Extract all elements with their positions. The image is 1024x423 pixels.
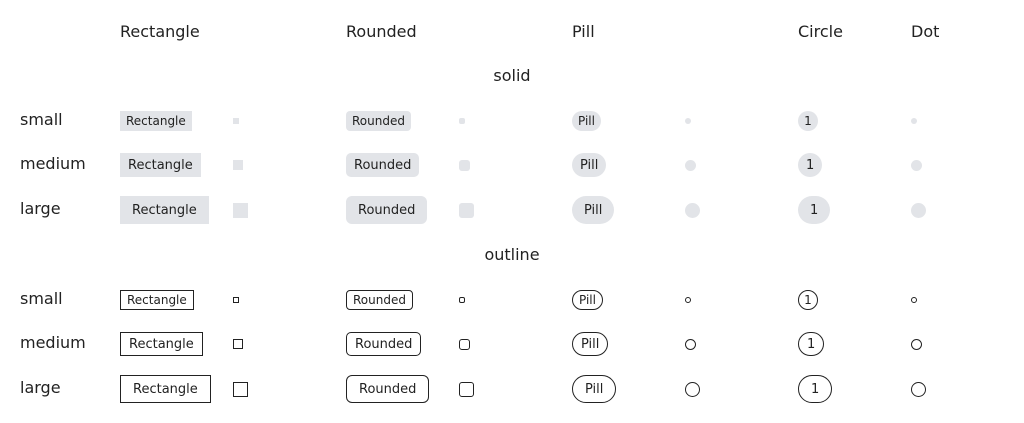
solid-dot-dot-small xyxy=(911,118,917,124)
solid-pill-badge-small: Pill xyxy=(572,111,601,131)
row-label-outline-medium: medium xyxy=(20,333,86,352)
outline-rectangle-badge-large: Rectangle xyxy=(120,375,211,403)
outline-rectangle-dot-large xyxy=(233,381,248,397)
outline-circle-badge-small: 1 xyxy=(798,290,818,310)
solid-pill-dot-medium xyxy=(685,159,696,171)
solid-rounded-dot-small xyxy=(459,118,465,124)
solid-rounded-badge-large: Rounded xyxy=(346,196,428,224)
row-label-solid-large: large xyxy=(20,199,61,218)
outline-pill-badge-large: Pill xyxy=(572,375,617,403)
row-label-solid-small: small xyxy=(20,110,63,129)
solid-rounded-dot-large xyxy=(459,202,474,218)
column-header-circle: Circle xyxy=(798,22,843,41)
solid-rounded-dot-medium xyxy=(459,159,470,171)
outline-rectangle-badge-medium: Rectangle xyxy=(120,332,203,356)
outline-pill-dot-small xyxy=(685,297,691,303)
outline-rounded-badge-medium: Rounded xyxy=(346,332,422,356)
solid-rectangle-dot-medium xyxy=(233,160,243,170)
solid-pill-badge-medium: Pill xyxy=(572,153,607,177)
solid-dot-dot-large xyxy=(911,202,926,218)
solid-dot-dot-medium xyxy=(911,159,922,171)
outline-rounded-dot-large xyxy=(459,381,474,397)
solid-rectangle-badge-large: Rectangle xyxy=(120,196,209,224)
row-label-outline-large: large xyxy=(20,378,61,397)
solid-pill-badge-large: Pill xyxy=(572,196,615,224)
solid-circle-badge-large: 1 xyxy=(798,196,831,224)
outline-rectangle-dot-small xyxy=(233,297,239,303)
outline-circle-badge-medium: 1 xyxy=(798,332,825,356)
solid-rounded-badge-medium: Rounded xyxy=(346,153,420,177)
outline-rectangle-badge-small: Rectangle xyxy=(120,290,194,310)
column-header-rectangle: Rectangle xyxy=(120,22,200,41)
solid-pill-dot-small xyxy=(685,118,691,124)
outline-pill-badge-medium: Pill xyxy=(572,332,609,356)
outline-pill-badge-small: Pill xyxy=(572,290,603,310)
outline-dot-dot-large xyxy=(911,381,926,397)
outline-circle-badge-large: 1 xyxy=(798,375,833,403)
outline-pill-dot-large xyxy=(685,381,700,397)
column-header-dot: Dot xyxy=(911,22,940,41)
solid-rounded-badge-small: Rounded xyxy=(346,111,411,131)
solid-circle-badge-medium: 1 xyxy=(798,153,823,177)
outline-rounded-badge-large: Rounded xyxy=(346,375,430,403)
column-header-rounded: Rounded xyxy=(346,22,417,41)
solid-rectangle-dot-small xyxy=(233,118,239,124)
row-label-outline-small: small xyxy=(20,289,63,308)
outline-rectangle-dot-medium xyxy=(233,339,243,349)
solid-rectangle-dot-large xyxy=(233,202,248,218)
outline-dot-dot-medium xyxy=(911,338,922,350)
outline-rounded-dot-medium xyxy=(459,338,470,350)
column-header-pill: Pill xyxy=(572,22,595,41)
solid-pill-dot-large xyxy=(685,202,700,218)
outline-dot-dot-small xyxy=(911,297,917,303)
section-title-outline: outline xyxy=(484,245,540,264)
solid-rectangle-badge-medium: Rectangle xyxy=(120,153,201,177)
section-title-solid: solid xyxy=(493,66,531,85)
row-label-solid-medium: medium xyxy=(20,154,86,173)
solid-rectangle-badge-small: Rectangle xyxy=(120,111,192,131)
outline-rounded-dot-small xyxy=(459,297,465,303)
solid-circle-badge-small: 1 xyxy=(798,111,818,131)
outline-pill-dot-medium xyxy=(685,338,696,350)
outline-rounded-badge-small: Rounded xyxy=(346,290,413,310)
